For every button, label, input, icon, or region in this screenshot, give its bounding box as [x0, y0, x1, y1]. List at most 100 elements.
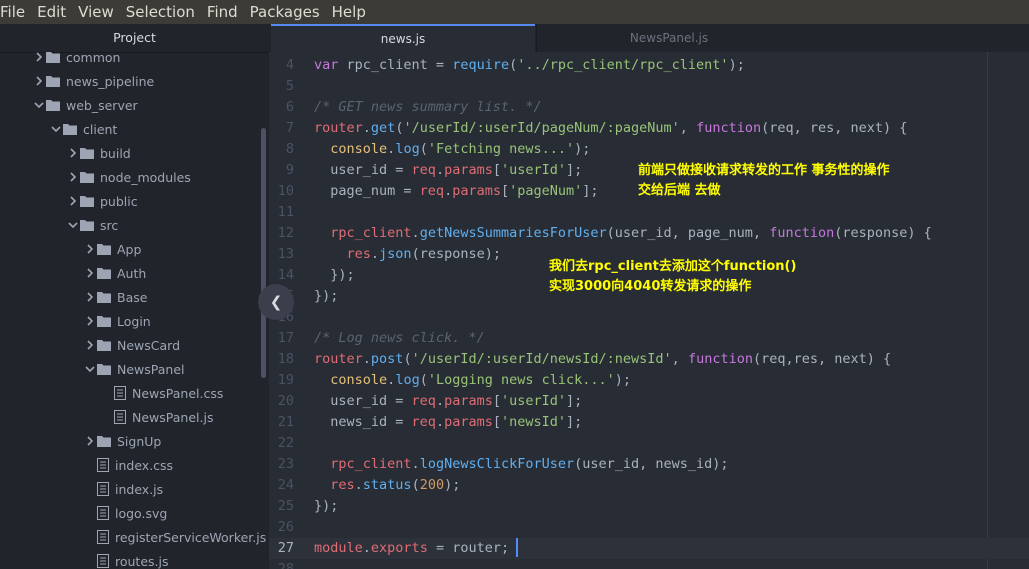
tree-item-node-modules[interactable]: node_modules — [0, 165, 269, 189]
code-token: [ — [492, 162, 501, 178]
tree-item-registerserviceworker-js[interactable]: registerServiceWorker.js — [0, 525, 269, 549]
line-number: 13 — [277, 246, 294, 262]
code-token: [ — [492, 393, 501, 409]
folder-icon — [46, 75, 60, 87]
tree-item-web-server[interactable]: web_server — [0, 93, 269, 117]
tree-item-label: web_server — [66, 97, 138, 113]
tab-newspanel-js[interactable]: NewsPanel.js — [536, 24, 801, 52]
menu-selection[interactable]: Selection — [120, 0, 201, 24]
tree-item-app[interactable]: App — [0, 237, 269, 261]
tree-item-label: node_modules — [100, 169, 191, 185]
code-token: ); — [444, 477, 461, 493]
tree-item-label: NewsPanel — [117, 361, 185, 377]
code-token: '../rpc_client/rpc_client' — [517, 57, 729, 73]
code-token: log — [395, 141, 420, 157]
code-token: (user_id, news_id); — [574, 456, 729, 472]
code-token: ( — [509, 57, 518, 73]
code-line: 25}); — [269, 496, 1029, 517]
chevron-down-icon — [66, 221, 80, 229]
code-line: 12 rpc_client.getNewsSummariesForUser(us… — [269, 223, 1029, 244]
tree-scrollbar[interactable] — [261, 128, 266, 378]
menu-packages[interactable]: Packages — [244, 0, 326, 24]
tree-item-signup[interactable]: SignUp — [0, 429, 269, 453]
code-token: exports — [370, 540, 428, 556]
tree-item-label: Base — [117, 289, 148, 305]
folder-icon — [97, 363, 111, 375]
tree-item-common[interactable]: common — [0, 45, 269, 69]
code-token: ]; — [566, 162, 583, 178]
code-token: news_id = — [314, 414, 412, 430]
code-token: function — [696, 120, 762, 136]
code-token: . — [435, 414, 445, 430]
code-line: 19 console.log('Logging news click...'); — [269, 370, 1029, 391]
tree-item-newscard[interactable]: NewsCard — [0, 333, 269, 357]
code-token: . — [354, 477, 363, 493]
code-token: router — [314, 351, 363, 367]
code-token: user_id = — [314, 393, 412, 409]
folder-icon — [80, 171, 94, 183]
menu-view[interactable]: View — [72, 0, 120, 24]
collapse-tree-button[interactable]: ❮ — [258, 284, 294, 320]
tree-item-base[interactable]: Base — [0, 285, 269, 309]
code-token: module — [314, 540, 363, 556]
tree-item-auth[interactable]: Auth — [0, 261, 269, 285]
tree-item-newspanel-css[interactable]: NewsPanel.css — [0, 381, 269, 405]
folder-icon — [97, 315, 111, 327]
code-token: ); — [574, 141, 591, 157]
code-content: router.get('/userId/:userId/pageNum/:pag… — [314, 118, 907, 139]
tree-item-logo-svg[interactable]: logo.svg — [0, 501, 269, 525]
folder-icon — [46, 99, 60, 111]
code-token: (response) { — [834, 225, 932, 241]
code-content: console.log('Logging news click...'); — [314, 370, 631, 391]
code-line: 24 res.status(200); — [269, 475, 1029, 496]
tree-item-index-js[interactable]: index.js — [0, 477, 269, 501]
tab-news-js[interactable]: news.js — [271, 24, 535, 52]
menu-edit[interactable]: Edit — [31, 0, 72, 24]
tree-view: Project common news_pipeline web_server cli… — [0, 24, 269, 569]
code-line: 11 — [269, 202, 1029, 223]
code-content: module.exports = router; — [314, 538, 509, 559]
tree-item-index-css[interactable]: index.css — [0, 453, 269, 477]
file-text-icon — [97, 506, 109, 520]
tree-item-newspanel-js[interactable]: NewsPanel.js — [0, 405, 269, 429]
code-token: (req,res, next) { — [752, 351, 892, 367]
code-line: 4 var rpc_client = require('../rpc_client… — [269, 55, 1029, 76]
menu-find[interactable]: Find — [201, 0, 244, 24]
code-content: user_id = req.params['userId']; — [314, 391, 582, 412]
chevron-right-icon — [83, 340, 97, 350]
code-token: 'pageNum' — [509, 183, 583, 199]
tree-item-client[interactable]: client — [0, 117, 269, 141]
tree-item-build[interactable]: build — [0, 141, 269, 165]
code-content: /* GET news summary list. */ — [314, 97, 542, 118]
line-number: 8 — [285, 141, 294, 157]
tree-item-newspanel[interactable]: NewsPanel — [0, 357, 269, 381]
tree-item-login[interactable]: Login — [0, 309, 269, 333]
code-editor[interactable]: 4 var rpc_client = require('../rpc_client… — [269, 52, 1029, 569]
code-token: function — [769, 225, 835, 241]
tree-item-routes-js[interactable]: routes.js — [0, 549, 269, 569]
menu-help[interactable]: Help — [326, 0, 372, 24]
code-token: (req, res, next) { — [761, 120, 908, 136]
code-token: log — [395, 372, 420, 388]
code-content: res.status(200); — [314, 475, 460, 496]
chevron-right-icon — [83, 292, 97, 302]
chevron-right-icon — [83, 244, 97, 254]
tree-item-news-pipeline[interactable]: news_pipeline — [0, 69, 269, 93]
chevron-right-icon — [32, 76, 46, 86]
folder-icon — [80, 195, 94, 207]
code-line: 27 module.exports = router; — [269, 538, 1029, 559]
tree-item-public[interactable]: public — [0, 189, 269, 213]
line-number: 12 — [277, 225, 294, 241]
tree-item-label: build — [100, 145, 131, 161]
code-line: 18 router.post('/userId/:userId/newsId/:n… — [269, 349, 1029, 370]
tree-item-label: Login — [117, 313, 151, 329]
code-token: params — [444, 393, 493, 409]
code-token: = router; — [427, 540, 510, 556]
tree-item-src[interactable]: src — [0, 213, 269, 237]
menu-file[interactable]: File — [0, 0, 31, 24]
chevron-left-icon: ❮ — [269, 293, 283, 311]
code-token: ]; — [582, 183, 599, 199]
code-token: console — [330, 141, 388, 157]
code-token: var — [314, 57, 339, 73]
code-token: , — [679, 120, 697, 136]
